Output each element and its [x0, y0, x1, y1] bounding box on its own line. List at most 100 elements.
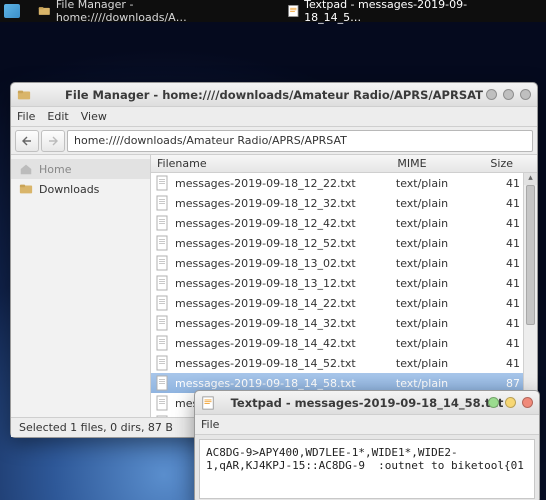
- text-file-icon: [154, 415, 170, 417]
- file-name: messages-2019-09-18_13_02.txt: [175, 257, 367, 270]
- file-row[interactable]: messages-2019-09-18_14_32.txttext/plain4…: [151, 313, 537, 333]
- start-button[interactable]: [4, 4, 20, 18]
- file-mime: text/plain: [367, 337, 477, 350]
- vertical-scrollbar[interactable]: ▴ ▾: [523, 173, 537, 417]
- file-mime: text/plain: [367, 177, 477, 190]
- file-mime: text/plain: [367, 297, 477, 310]
- text-file-icon: [154, 375, 170, 391]
- file-name: messages-2019-09-18_12_42.txt: [175, 217, 367, 230]
- text-file-icon: [154, 235, 170, 251]
- textpad-icon: [287, 4, 300, 18]
- column-headers: Filename MIME Size: [151, 155, 537, 173]
- minimize-button[interactable]: [488, 397, 499, 408]
- file-mime: text/plain: [367, 357, 477, 370]
- taskbar-item-label: Textpad - messages-2019-09-18_14_5…: [304, 0, 502, 24]
- file-row[interactable]: messages-2019-09-18_12_22.txttext/plain4…: [151, 173, 537, 193]
- textpad-titlebar[interactable]: Textpad - messages-2019-09-18_14_58.txt: [195, 391, 539, 415]
- file-name: messages-2019-09-18_14_32.txt: [175, 317, 367, 330]
- address-text: home:////downloads/Amateur Radio/APRS/AP…: [74, 134, 347, 147]
- sidebar: Home Downloads: [11, 155, 151, 417]
- text-file-icon: [154, 315, 170, 331]
- window-title: File Manager - home:////downloads/Amateu…: [65, 88, 483, 102]
- window-title: Textpad - messages-2019-09-18_14_58.txt: [231, 396, 504, 410]
- file-mime: text/plain: [367, 377, 477, 390]
- menu-view[interactable]: View: [81, 110, 107, 123]
- col-size[interactable]: Size: [467, 157, 527, 170]
- file-pane: Filename MIME Size messages-2019-09-18_1…: [151, 155, 537, 417]
- nav-back-button[interactable]: [15, 130, 39, 152]
- file-name: messages-2019-09-18_14_58.txt: [175, 377, 367, 390]
- scroll-up-button[interactable]: ▴: [524, 173, 537, 185]
- folder-icon: [19, 182, 33, 196]
- status-text: Selected 1 files, 0 dirs, 87 B: [19, 421, 173, 434]
- nav-forward-button[interactable]: [41, 130, 65, 152]
- text-file-icon: [154, 295, 170, 311]
- file-name: messages-2019-09-18_12_32.txt: [175, 197, 367, 210]
- file-name: messages-2019-09-18_12_22.txt: [175, 177, 367, 190]
- file-name: messages-2019-09-18_14_52.txt: [175, 357, 367, 370]
- filemanager-menubar: File Edit View: [11, 107, 537, 127]
- file-name: messages-2019-09-18_13_12.txt: [175, 277, 367, 290]
- window-controls: [486, 89, 531, 100]
- file-row[interactable]: messages-2019-09-18_14_52.txttext/plain4…: [151, 353, 537, 373]
- file-row[interactable]: messages-2019-09-18_12_32.txttext/plain4…: [151, 193, 537, 213]
- text-file-icon: [154, 175, 170, 191]
- arrow-right-icon: [47, 136, 59, 146]
- text-file-icon: [154, 255, 170, 271]
- file-row[interactable]: messages-2019-09-18_14_42.txttext/plain4…: [151, 333, 537, 353]
- file-mime: text/plain: [367, 197, 477, 210]
- taskbar-item-textpad[interactable]: Textpad - messages-2019-09-18_14_5…: [287, 0, 503, 24]
- text-file-icon: [154, 195, 170, 211]
- scroll-thumb[interactable]: [526, 185, 535, 325]
- minimize-button[interactable]: [486, 89, 497, 100]
- window-controls: [488, 397, 533, 408]
- maximize-button[interactable]: [503, 89, 514, 100]
- file-row[interactable]: messages-2019-09-18_12_42.txttext/plain4…: [151, 213, 537, 233]
- home-icon: [19, 162, 33, 176]
- col-filename[interactable]: Filename: [151, 157, 357, 170]
- filemanager-navbar: home:////downloads/Amateur Radio/APRS/AP…: [11, 127, 537, 155]
- textpad-menubar: File: [195, 415, 539, 435]
- textpad-content[interactable]: AC8DG-9>APY400,WD7LEE-1*,WIDE1*,WIDE2-1,…: [199, 439, 535, 499]
- file-mime: text/plain: [367, 277, 477, 290]
- file-mime: text/plain: [367, 317, 477, 330]
- taskbar: File Manager - home:////downloads/A… Tex…: [0, 0, 546, 22]
- menu-file[interactable]: File: [17, 110, 35, 123]
- textpad-icon: [201, 396, 215, 410]
- file-mime: text/plain: [367, 237, 477, 250]
- text-file-icon: [154, 395, 170, 411]
- file-name: messages-2019-09-18_14_22.txt: [175, 297, 367, 310]
- file-name: messages-2019-09-18_12_52.txt: [175, 237, 367, 250]
- address-bar[interactable]: home:////downloads/Amateur Radio/APRS/AP…: [67, 130, 533, 152]
- file-row[interactable]: messages-2019-09-18_13_02.txttext/plain4…: [151, 253, 537, 273]
- sidebar-item-downloads[interactable]: Downloads: [11, 179, 150, 199]
- file-row[interactable]: messages-2019-09-18_12_52.txttext/plain4…: [151, 233, 537, 253]
- text-file-icon: [154, 215, 170, 231]
- col-mime[interactable]: MIME: [357, 157, 467, 170]
- filemanager-window: File Manager - home:////downloads/Amateu…: [10, 82, 538, 438]
- folder-icon: [38, 4, 51, 18]
- arrow-left-icon: [21, 136, 33, 146]
- textpad-window: Textpad - messages-2019-09-18_14_58.txt …: [194, 390, 540, 500]
- text-file-icon: [154, 355, 170, 371]
- file-name: messages-2019-09-18_14_42.txt: [175, 337, 367, 350]
- maximize-button[interactable]: [505, 397, 516, 408]
- filemanager-titlebar[interactable]: File Manager - home:////downloads/Amateu…: [11, 83, 537, 107]
- sidebar-home[interactable]: Home: [11, 159, 150, 179]
- file-mime: text/plain: [367, 257, 477, 270]
- text-file-icon: [154, 275, 170, 291]
- close-button[interactable]: [520, 89, 531, 100]
- menu-edit[interactable]: Edit: [47, 110, 68, 123]
- folder-icon: [17, 88, 31, 102]
- file-list[interactable]: messages-2019-09-18_12_22.txttext/plain4…: [151, 173, 537, 417]
- close-button[interactable]: [522, 397, 533, 408]
- filemanager-body: Home Downloads Filename MIME Size messag…: [11, 155, 537, 417]
- taskbar-item-filemanager[interactable]: File Manager - home:////downloads/A…: [38, 0, 246, 24]
- file-row[interactable]: messages-2019-09-18_14_22.txttext/plain4…: [151, 293, 537, 313]
- text-file-icon: [154, 335, 170, 351]
- menu-file[interactable]: File: [201, 418, 219, 431]
- taskbar-item-label: File Manager - home:////downloads/A…: [56, 0, 247, 24]
- file-mime: text/plain: [367, 217, 477, 230]
- file-row[interactable]: messages-2019-09-18_13_12.txttext/plain4…: [151, 273, 537, 293]
- sidebar-home-label: Home: [39, 163, 71, 176]
